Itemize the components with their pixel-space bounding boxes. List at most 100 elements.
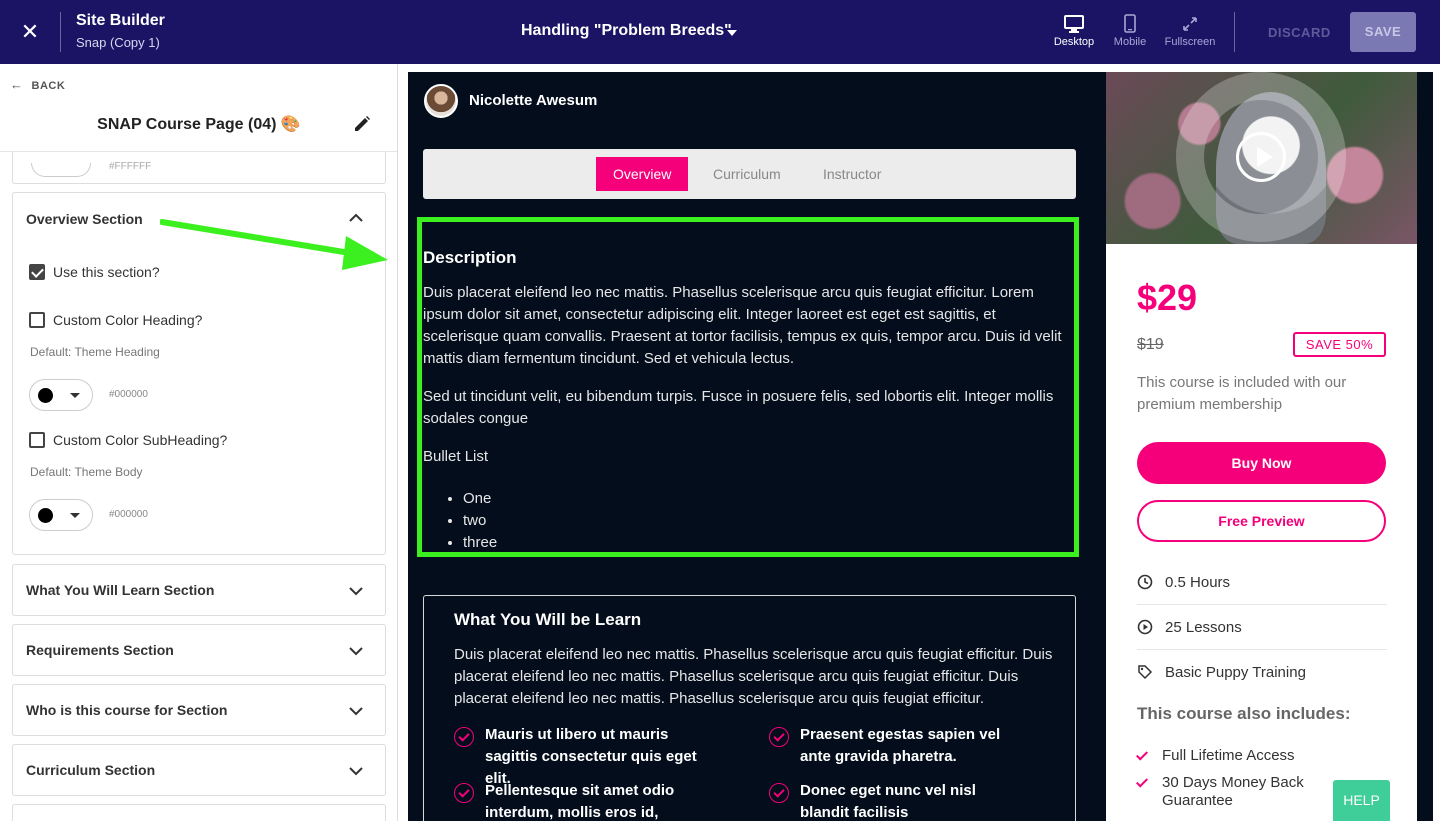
view-desktop-label: Desktop: [1053, 36, 1095, 48]
includes-item-text: Full Lifetime Access: [1162, 747, 1295, 764]
previous-section-card: #FFFFFF: [12, 152, 386, 184]
check-icon: [1135, 748, 1149, 761]
color-swatch: [38, 388, 53, 403]
chevron-down-icon: [349, 707, 363, 716]
chevron-down-icon: [349, 767, 363, 776]
subheading-default-hint: Default: Theme Body: [30, 465, 143, 479]
next-section-card[interactable]: [12, 804, 386, 821]
play-icon[interactable]: [1236, 132, 1286, 182]
free-preview-button[interactable]: Free Preview: [1137, 500, 1386, 542]
color-swatch: [38, 508, 53, 523]
save-button[interactable]: SAVE: [1350, 12, 1416, 52]
page-preview: Nicolette Awesum Overview Curriculum Ins…: [400, 64, 1440, 821]
view-fullscreen-label: Fullscreen: [1164, 36, 1216, 48]
check-circle-icon: [454, 727, 474, 747]
subheading-hex-value: #000000: [109, 509, 148, 520]
mobile-icon: [1124, 14, 1136, 33]
overview-section-heading[interactable]: Overview Section: [26, 211, 143, 227]
color-picker[interactable]: [31, 163, 91, 177]
course-price: $29: [1137, 277, 1198, 318]
divider: [60, 12, 61, 52]
preview-scrollbar[interactable]: [1433, 64, 1440, 821]
course-page: Nicolette Awesum Overview Curriculum Ins…: [408, 72, 1433, 821]
learn-item-text: Praesent egestas sapien vel ante gravida…: [800, 726, 1001, 765]
check-circle-icon: [454, 783, 474, 803]
pencil-icon[interactable]: [352, 114, 372, 134]
category-text: Basic Puppy Training: [1165, 664, 1306, 681]
custom-heading-label: Custom Color Heading?: [53, 312, 203, 328]
tab-curriculum[interactable]: Curriculum: [696, 157, 798, 191]
buy-now-button[interactable]: Buy Now: [1137, 442, 1386, 484]
app-title: Site Builder: [76, 12, 165, 29]
learn-item: Pellentesque sit amet odio interdum, mol…: [454, 780, 709, 821]
category-row: Basic Puppy Training: [1137, 650, 1387, 695]
help-button[interactable]: HELP: [1333, 780, 1390, 821]
annotation-arrow-icon: [160, 219, 388, 270]
subheading-color-picker[interactable]: [29, 499, 93, 531]
close-icon[interactable]: ✕: [18, 20, 42, 44]
section-heading: Who is this course for Section: [26, 702, 228, 718]
requirements-section[interactable]: Requirements Section: [12, 624, 386, 676]
arrow-left-icon: ←: [10, 77, 24, 92]
instructor-avatar: [424, 84, 458, 118]
list-item: three: [463, 532, 497, 554]
learn-item-text: Pellentesque sit amet odio interdum, mol…: [485, 782, 675, 821]
back-label: BACK: [31, 80, 66, 92]
use-section-checkbox[interactable]: [29, 264, 45, 280]
view-mobile-label: Mobile: [1113, 36, 1147, 48]
custom-heading-checkbox[interactable]: [29, 312, 45, 328]
duration-text: 0.5 Hours: [1165, 574, 1231, 591]
learn-item: Donec eget nunc vel nisl blandit facilis…: [769, 780, 1024, 821]
view-fullscreen-button[interactable]: Fullscreen: [1164, 14, 1216, 48]
learn-title: What You Will be Learn: [454, 610, 642, 629]
tab-instructor[interactable]: Instructor: [806, 157, 898, 191]
custom-subheading-label: Custom Color SubHeading?: [53, 432, 228, 448]
tag-icon: [1138, 665, 1153, 680]
site-name: Snap (Copy 1): [76, 35, 160, 50]
fullscreen-icon: [1183, 17, 1197, 31]
chevron-down-icon: [349, 647, 363, 656]
custom-heading-row[interactable]: Custom Color Heading?: [29, 312, 202, 328]
description-title: Description: [423, 248, 517, 267]
duration-row: 0.5 Hours: [1137, 560, 1387, 605]
what-you-will-learn-section[interactable]: What You Will Learn Section: [12, 564, 386, 616]
panel-title: SNAP Course Page (04) 🎨: [97, 116, 301, 133]
includes-item: Full Lifetime Access: [1135, 747, 1377, 765]
clock-icon: [1137, 574, 1153, 590]
check-circle-icon: [769, 783, 789, 803]
caret-down-icon[interactable]: [727, 30, 737, 36]
back-button[interactable]: ← BACK: [10, 77, 65, 92]
custom-subheading-row[interactable]: Custom Color SubHeading?: [29, 432, 227, 448]
list-item: two: [463, 510, 497, 532]
curriculum-section[interactable]: Curriculum Section: [12, 744, 386, 796]
learn-item-text: Donec eget nunc vel nisl blandit facilis…: [800, 782, 976, 821]
custom-subheading-checkbox[interactable]: [29, 432, 45, 448]
section-heading: Requirements Section: [26, 642, 174, 658]
learn-item-text: Mauris ut libero ut mauris sagittis cons…: [485, 726, 697, 787]
description-paragraph: Sed ut tincidunt velit, eu bibendum turp…: [423, 388, 1054, 427]
course-video-thumbnail[interactable]: [1106, 72, 1417, 244]
page-selector[interactable]: Handling "Problem Breeds": [521, 22, 732, 40]
view-desktop-button[interactable]: Desktop: [1053, 14, 1095, 48]
learn-paragraph: Duis placerat eleifend leo nec mattis. P…: [454, 646, 1053, 707]
lessons-row: 25 Lessons: [1137, 605, 1387, 650]
list-item: One: [463, 488, 497, 510]
check-icon: [1135, 775, 1149, 788]
bullet-list: One two three: [463, 488, 497, 554]
heading-color-picker[interactable]: [29, 379, 93, 411]
view-mobile-button[interactable]: Mobile: [1112, 14, 1148, 48]
top-bar: ✕ Site Builder Snap (Copy 1) Handling "P…: [0, 0, 1440, 64]
what-you-will-learn-box: What You Will be Learn Duis placerat ele…: [423, 595, 1076, 821]
desktop-icon: [1064, 15, 1084, 33]
instructor-name: Nicolette Awesum: [469, 92, 598, 109]
use-section-row[interactable]: Use this section?: [29, 264, 160, 280]
heading-default-hint: Default: Theme Heading: [30, 345, 160, 359]
discard-button[interactable]: DISCARD: [1268, 25, 1331, 40]
tab-overview[interactable]: Overview: [596, 157, 689, 191]
includes-title: This course also includes:: [1137, 704, 1351, 723]
section-heading: Curriculum Section: [26, 762, 156, 778]
who-is-this-for-section[interactable]: Who is this course for Section: [12, 684, 386, 736]
settings-panel: ← BACK SNAP Course Page (04) 🎨 #FFFFFF Ov…: [0, 64, 398, 821]
hex-value: #FFFFFF: [109, 161, 152, 172]
membership-note: This course is included with our premium…: [1137, 374, 1347, 413]
